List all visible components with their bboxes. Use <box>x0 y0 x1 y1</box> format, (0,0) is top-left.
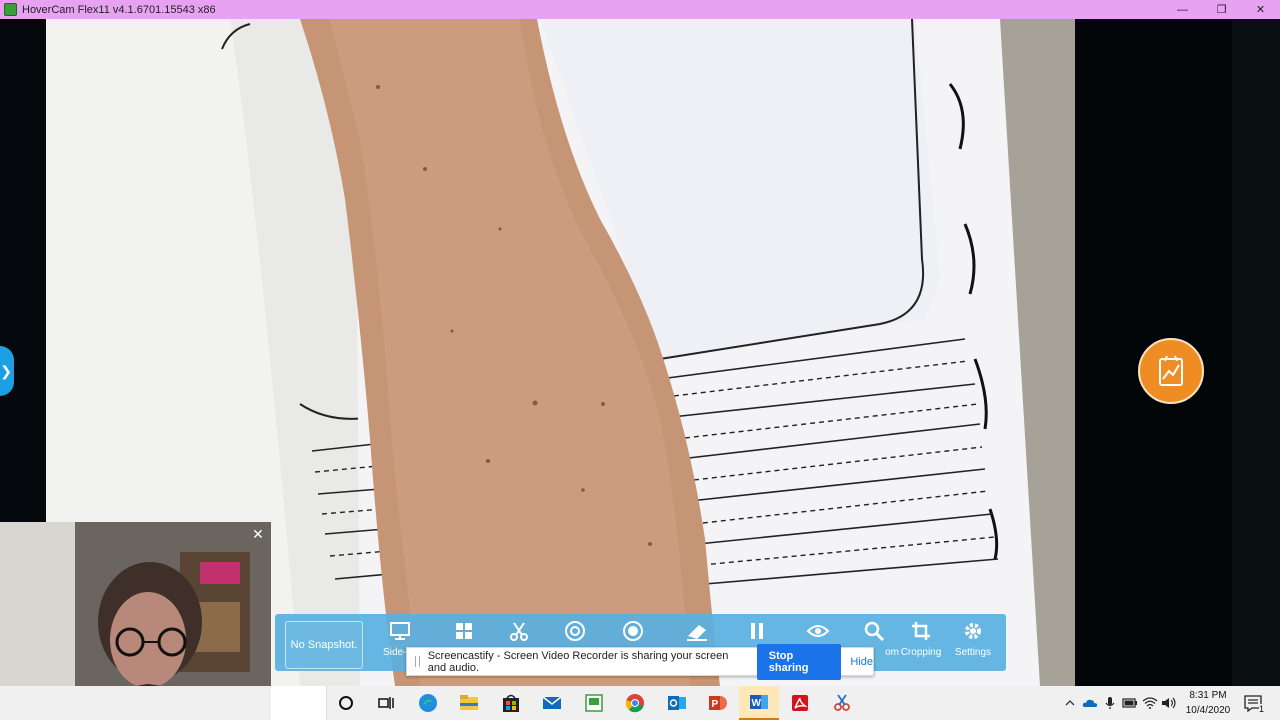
word-button[interactable]: W <box>739 686 779 720</box>
restore-button[interactable]: ❐ <box>1202 0 1241 19</box>
settings-button[interactable]: Settings <box>948 620 998 668</box>
notification-count: 1 <box>1258 704 1264 714</box>
acrobat-button[interactable] <box>780 686 820 720</box>
hide-link[interactable]: Hide <box>850 656 873 668</box>
side-panel-tab[interactable]: ❯ <box>0 346 14 396</box>
pause-icon <box>751 623 763 639</box>
edge-icon <box>419 694 437 712</box>
window-controls: — ❐ ✕ <box>1163 0 1280 19</box>
snip-button[interactable] <box>822 686 862 720</box>
volume-icon <box>1162 697 1176 709</box>
cortana-button[interactable] <box>326 686 366 720</box>
webcam-close-button[interactable]: ✕ <box>250 526 266 542</box>
chrome-button[interactable] <box>615 686 655 720</box>
eraser-icon <box>687 625 707 641</box>
cut-icon <box>510 622 528 641</box>
chevron-right-icon: ❯ <box>0 362 12 379</box>
task-view-icon <box>378 697 394 709</box>
battery-icon <box>1122 698 1137 708</box>
monitor-icon <box>390 622 410 640</box>
mail-icon <box>542 696 562 709</box>
mail-button[interactable] <box>532 686 572 720</box>
window-title: HoverCam Flex11 v4.1.6701.15543 x86 <box>22 3 216 16</box>
eye-icon <box>806 625 830 637</box>
share-message: Screencastify - Screen Video Recorder is… <box>427 649 729 674</box>
file-explorer-icon <box>460 695 478 710</box>
title-bar: HoverCam Flex11 v4.1.6701.15543 x86 — ❐ … <box>0 0 1280 19</box>
drag-handle[interactable] <box>415 656 420 667</box>
volume-button[interactable] <box>1160 686 1178 720</box>
settings-label: Settings <box>954 647 992 658</box>
snapshot-button[interactable]: No Snapshot. <box>285 621 363 669</box>
acrobat-icon <box>792 695 808 711</box>
wifi-button[interactable] <box>1141 686 1159 720</box>
snip-icon <box>834 694 850 711</box>
clock[interactable]: 8:31 PM 10/4/2020 <box>1180 688 1236 718</box>
microphone-icon <box>1105 697 1115 709</box>
microphone-button[interactable] <box>1101 686 1119 720</box>
file-explorer-button[interactable] <box>449 686 489 720</box>
close-button[interactable]: ✕ <box>1241 0 1280 19</box>
windows-taskbar: P W 8:31 PM 10/4/2020 1 <box>0 686 1280 720</box>
word-icon: W <box>750 695 768 709</box>
chevron-up-icon <box>1065 700 1075 706</box>
screen-share-notification: Screencastify - Screen Video Recorder is… <box>406 643 874 680</box>
taskbar-search-box[interactable] <box>271 686 327 720</box>
powerpoint-button[interactable]: P <box>698 686 738 720</box>
cropping-label: Cropping <box>900 647 942 658</box>
edge-button[interactable] <box>408 686 448 720</box>
action-center-button[interactable]: 1 <box>1242 692 1264 714</box>
cortana-icon <box>339 696 353 710</box>
powerpoint-icon: P <box>709 696 727 710</box>
flex11-floating-button[interactable] <box>1138 338 1204 404</box>
record-icon <box>623 621 643 641</box>
minimize-button[interactable]: — <box>1163 0 1202 19</box>
svg-text:P: P <box>712 699 719 710</box>
gear-icon <box>965 623 981 639</box>
battery-button[interactable] <box>1121 686 1139 720</box>
flex11-taskbar-button[interactable] <box>574 686 614 720</box>
onedrive-icon <box>1082 699 1098 707</box>
store-icon <box>503 694 519 712</box>
zoom-icon <box>864 621 885 642</box>
outlook-button[interactable] <box>657 686 697 720</box>
task-view-button[interactable] <box>366 686 406 720</box>
svg-text:W: W <box>752 698 762 709</box>
wifi-icon <box>1142 697 1158 709</box>
show-hidden-icons-button[interactable] <box>1062 686 1078 720</box>
clock-date: 10/4/2020 <box>1185 705 1231 716</box>
onedrive-button[interactable] <box>1081 686 1099 720</box>
chrome-icon <box>625 694 644 713</box>
camera-shutter-icon <box>565 621 585 641</box>
reindeer-book-icon <box>1159 355 1183 386</box>
cropping-button[interactable]: Cropping <box>896 620 946 668</box>
flex11-app-icon <box>4 3 17 16</box>
flex11-icon <box>585 694 603 712</box>
windows-icon <box>456 623 472 639</box>
stop-sharing-button[interactable]: Stop sharing <box>756 643 842 680</box>
outlook-icon <box>668 696 686 710</box>
clock-time: 8:31 PM <box>1189 690 1227 701</box>
crop-icon <box>912 622 930 640</box>
store-button[interactable] <box>491 686 531 720</box>
